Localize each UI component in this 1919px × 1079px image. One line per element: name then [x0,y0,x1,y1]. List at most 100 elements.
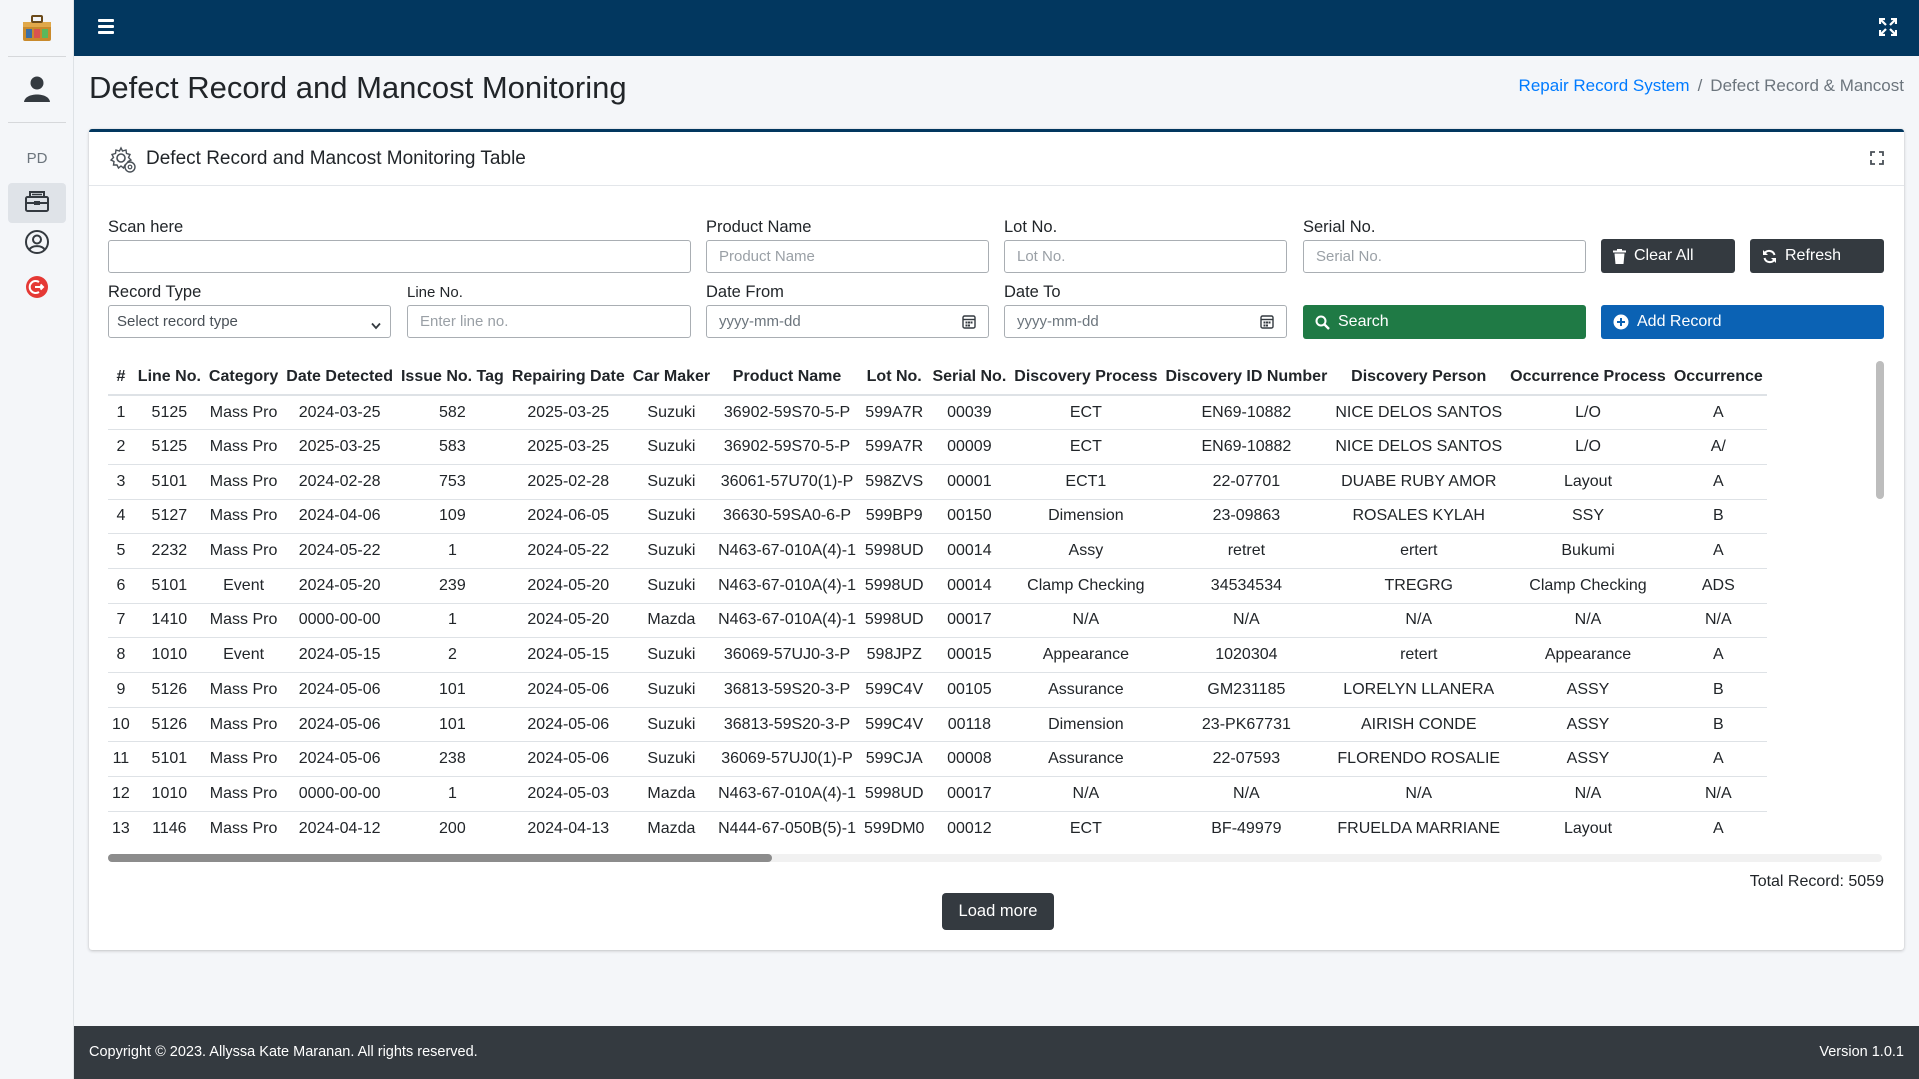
table-cell: 36061-57U70(1)-P [714,463,860,500]
clear-all-label: Clear All [1634,247,1694,264]
table-row[interactable]: 7 1410 Mass Pro 0000-00-00 1 2024-05-20 Mazda N… [108,602,1767,638]
table-cell: 599C4V [859,706,929,742]
vertical-scrollbar[interactable] [1876,361,1884,851]
table-row[interactable]: 4 5127 Mass Pro 2024-04-06 109 2024-06-05 Suzu… [108,498,1767,534]
table-cell: 2025-03-25 [282,429,397,465]
table-cell: 2 [108,429,134,465]
table-cell: 36902-59S70-5-P [714,394,860,430]
date-from-placeholder: yyyy-mm-dd [719,313,801,330]
table-cell: 598ZVS [859,463,929,500]
calendar-icon[interactable] [1260,314,1274,333]
table-cell: 2024-05-03 [507,776,629,812]
table-row[interactable]: 12 1010 Mass Pro 0000-00-00 1 2024-05-03 Mazda… [108,776,1767,812]
table-cell: 11 [108,741,134,777]
horizontal-scroll-thumb[interactable] [108,854,772,862]
product-name-input[interactable] [706,240,989,273]
table-row[interactable]: 6 5101 Event 2024-05-20 239 2024-05-20 Suzuki N… [108,567,1767,604]
table-cell: Suzuki [628,498,715,534]
trash-icon [1613,248,1626,264]
table-cell: N463-67-010A(4)-1 [714,567,860,604]
table-cell: 2024-04-06 [282,498,397,534]
table-cell: Suzuki [628,429,715,465]
table-cell: 101 [396,672,508,708]
table-cell: 2024-06-05 [507,498,629,534]
table-row[interactable]: 11 5101 Mass Pro 2024-05-06 238 2024-05-06 Suz… [108,741,1767,777]
table-cell: Mass Pro [204,776,283,812]
table-cell: 1 [396,776,508,812]
search-label: Search [1338,313,1389,330]
table-cell: 2024-02-28 [282,463,397,500]
vertical-scroll-thumb[interactable] [1876,361,1884,499]
table-cell: 00012 [928,810,1011,846]
date-to-input[interactable]: yyyy-mm-dd [1004,305,1287,338]
sidebar-item-profile[interactable] [8,224,66,264]
column-header: Occurrence Process [1506,359,1670,396]
breadcrumb: Repair Record System / Defect Record & Man… [1519,76,1904,96]
table-cell: 1010 [133,637,205,673]
date-from-input[interactable]: yyyy-mm-dd [706,305,989,338]
table-cell: Mazda [628,602,715,638]
total-record: Total Record: 5059 [1749,873,1884,890]
calendar-icon[interactable] [962,314,976,333]
table-cell: A [1669,741,1767,777]
table-cell: 00015 [928,637,1011,673]
table-cell: Mass Pro [204,602,283,638]
table-row[interactable]: 13 1146 Mass Pro 2024-04-12 200 2024-04-13 Maz… [108,810,1767,846]
scan-input[interactable] [108,240,691,273]
table-row[interactable]: 2 5125 Mass Pro 2025-03-25 583 2025-03-25 Suzu… [108,429,1767,465]
table-cell: 1020304 [1161,637,1332,673]
search-button[interactable]: Search [1303,305,1586,339]
table-cell: ASSY [1506,672,1670,708]
table-cell: N/A [1161,602,1332,638]
table-cell: 2024-05-15 [282,637,397,673]
add-record-button[interactable]: Add Record [1601,305,1884,339]
breadcrumb-link[interactable]: Repair Record System [1519,76,1690,95]
table-cell: 109 [396,498,508,534]
version-text: Version 1.0.1 [1819,1044,1904,1060]
records-table-container[interactable]: # Line No. Category Date Detected Issue No. … [108,359,1882,852]
sidebar-divider [8,56,66,57]
table-row[interactable]: 8 1010 Event 2024-05-15 2 2024-05-15 Suzuki 360… [108,637,1767,673]
table-cell: B [1669,672,1767,708]
table-row[interactable]: 3 5101 Mass Pro 2024-02-28 753 2025-02-28 Suzu… [108,463,1767,500]
clear-all-button[interactable]: Clear All [1601,239,1735,273]
table-cell: 00014 [928,567,1011,604]
line-no-input[interactable] [407,305,691,338]
table-cell: retert [1331,637,1507,673]
expand-icon[interactable] [1878,17,1898,37]
table-cell: 00039 [928,394,1011,430]
table-row[interactable]: 1 5125 Mass Pro 2024-03-25 582 2025-03-25 Suzu… [108,394,1767,430]
table-cell: Suzuki [628,706,715,742]
table-cell: L/O [1506,394,1670,430]
sidebar-item-records[interactable] [8,183,66,223]
lot-no-input[interactable] [1004,240,1287,273]
card-title: Defect Record and Mancost Monitoring Tab… [146,148,526,169]
table-cell: N/A [1331,602,1507,638]
refresh-button[interactable]: Refresh [1750,239,1884,273]
table-cell: 5125 [133,394,205,430]
table-cell: A [1669,533,1767,569]
table-row[interactable]: 5 2232 Mass Pro 2024-05-22 1 2024-05-22 Suzuki… [108,533,1767,569]
table-cell: 00118 [928,706,1011,742]
table-row[interactable]: 9 5126 Mass Pro 2024-05-06 101 2024-05-06 Suzu… [108,672,1767,708]
horizontal-scrollbar[interactable] [108,854,1882,862]
table-cell: ROSALES KYLAH [1331,498,1507,534]
hamburger-icon[interactable] [98,19,114,35]
column-header: Discovery Person [1331,359,1507,396]
table-cell: Suzuki [628,463,715,500]
load-more-button[interactable]: Load more [942,893,1054,930]
table-cell: Assurance [1010,672,1162,708]
table-cell: 2024-05-20 [282,567,397,604]
serial-no-input[interactable] [1303,240,1586,273]
maximize-icon[interactable] [1870,151,1884,165]
toolbox-logo-icon[interactable] [20,10,54,44]
table-cell: 599DM0 [859,810,929,846]
table-cell: Mass Pro [204,429,283,465]
user-avatar-icon[interactable] [21,72,53,104]
table-row[interactable]: 10 5126 Mass Pro 2024-05-06 101 2024-05-06 Suz… [108,706,1767,742]
file-cabinet-icon [24,189,50,218]
record-type-select[interactable]: Select record type [108,305,391,338]
table-cell: 599C4V [859,672,929,708]
table-cell: 22-07593 [1161,741,1332,777]
sidebar-item-logout[interactable] [8,269,66,309]
